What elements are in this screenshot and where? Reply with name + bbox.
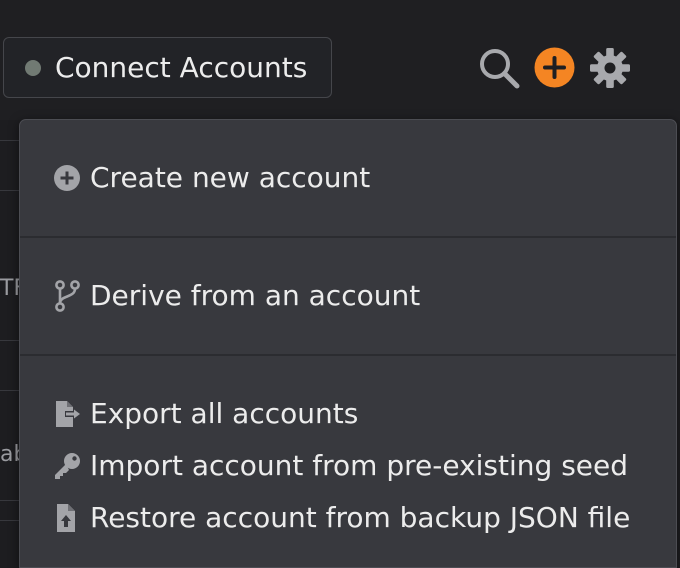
menu-item-label: Derive from an account [90,279,421,312]
menu-divider [20,354,676,356]
connection-status-dot [25,59,41,76]
menu-item-restore-json[interactable]: Restore account from backup JSON file [20,494,676,542]
search-icon[interactable] [477,46,521,90]
file-upload-icon [52,503,82,533]
menu-item-label: Restore account from backup JSON file [90,501,631,534]
add-account-menu: Create new account Derive from an accoun… [19,119,677,568]
plus-circle-icon [52,163,82,193]
top-bar: Connect Accounts [0,0,680,120]
key-icon [52,451,82,481]
menu-item-export-accounts[interactable]: Export all accounts [20,390,676,438]
menu-item-import-seed[interactable]: Import account from pre-existing seed [20,442,676,490]
menu-item-label: Import account from pre-existing seed [90,449,629,482]
menu-divider [20,236,676,238]
menu-item-create-account[interactable]: Create new account [20,154,676,202]
code-branch-icon [52,280,82,312]
add-icon[interactable] [534,47,575,88]
connect-accounts-label: Connect Accounts [55,51,308,84]
background-text-fragment: ab [0,442,20,467]
menu-item-derive-account[interactable]: Derive from an account [20,272,676,320]
gear-icon[interactable] [589,47,631,89]
menu-item-label: Create new account [90,161,371,194]
connect-accounts-button[interactable]: Connect Accounts [3,37,332,98]
menu-item-label: Export all accounts [90,397,359,430]
file-export-icon [52,399,82,429]
background-text-fragment: TF [0,276,20,301]
